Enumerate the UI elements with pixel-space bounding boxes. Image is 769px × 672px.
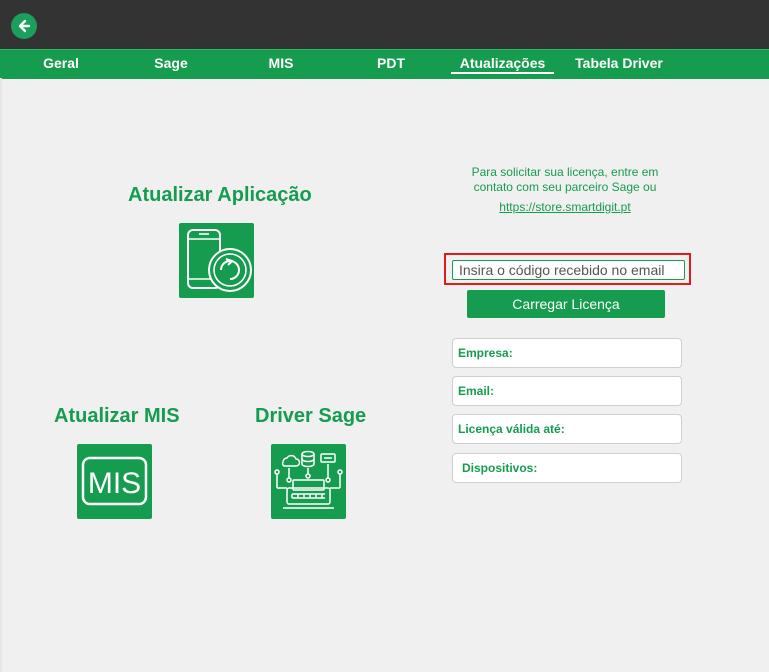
content-edge: [0, 78, 2, 672]
active-tab-indicator: [451, 72, 554, 74]
tab-atualizacoes[interactable]: Atualizações: [451, 50, 554, 77]
tab-bar: Geral Sage MIS PDT Atualizações Tabela D…: [0, 49, 769, 79]
tab-pdt[interactable]: PDT: [370, 50, 412, 77]
update-app-title: Atualizar Aplicação: [128, 184, 312, 206]
tab-mis[interactable]: MIS: [261, 50, 301, 77]
mis-icon: MIS: [81, 456, 148, 506]
arrow-left-icon: [18, 19, 31, 33]
license-code-input[interactable]: [452, 260, 685, 280]
tab-geral[interactable]: Geral: [34, 50, 88, 77]
tab-sage[interactable]: Sage: [146, 50, 196, 77]
driver-sage-title: Driver Sage: [255, 405, 367, 427]
tab-tabela-driver[interactable]: Tabela Driver: [567, 50, 671, 77]
load-license-button[interactable]: Carregar Licença: [467, 290, 665, 318]
top-bar: [0, 0, 769, 49]
license-valid-until-field: Licença válida até:: [452, 414, 682, 444]
update-mis-title: Atualizar MIS: [54, 405, 180, 427]
svg-text:MIS: MIS: [88, 467, 141, 500]
email-field: Email:: [452, 376, 682, 406]
store-link[interactable]: https://store.smartdigit.pt: [455, 200, 675, 214]
driver-sage-button[interactable]: [271, 444, 346, 519]
network-printer-icon: [274, 450, 343, 509]
back-button[interactable]: [11, 13, 37, 39]
license-info-text: Para solicitar sua licença, entre em con…: [471, 165, 659, 194]
devices-field: Dispositivos:: [452, 453, 682, 483]
phone-refresh-icon: [187, 229, 252, 292]
update-mis-button[interactable]: MIS: [77, 444, 152, 519]
empresa-field: Empresa:: [452, 338, 682, 368]
update-app-button[interactable]: [179, 223, 254, 298]
